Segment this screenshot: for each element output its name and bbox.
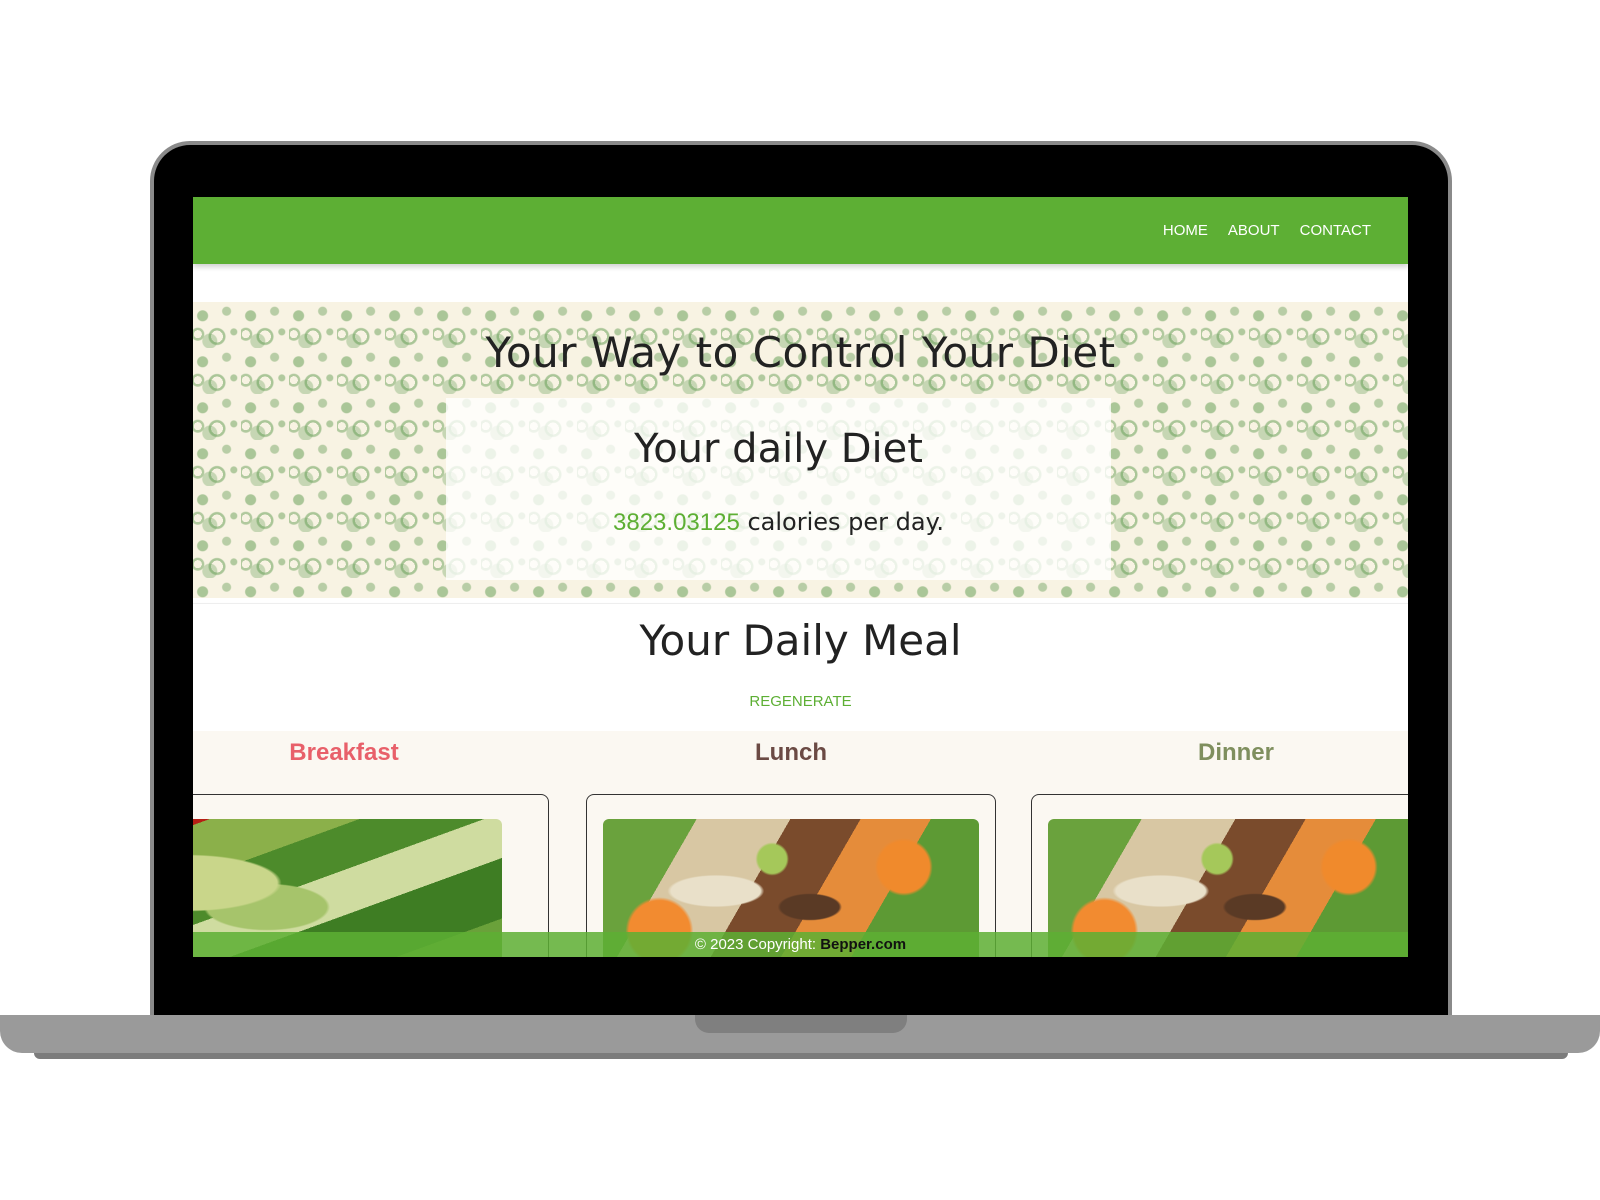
meal-label-lunch: Lunch xyxy=(755,739,827,766)
footer: © 2023 Copyright: Bepper.com xyxy=(193,932,1408,957)
footer-brand-link[interactable]: Bepper.com xyxy=(820,936,906,953)
daily-diet-title: Your daily Diet xyxy=(634,426,923,472)
meals-area: Breakfast Lunch Dinner xyxy=(193,731,1408,957)
nav-home-link[interactable]: HOME xyxy=(1163,222,1208,239)
meal-label-breakfast: Breakfast xyxy=(289,739,399,766)
laptop-base-shadow xyxy=(34,1053,1568,1059)
laptop-screen: HOME ABOUT CONTACT Your Way to Control Y… xyxy=(193,197,1408,957)
navbar: HOME ABOUT CONTACT xyxy=(193,197,1408,264)
nav-links: HOME ABOUT CONTACT xyxy=(1163,222,1371,239)
nav-contact-link[interactable]: CONTACT xyxy=(1300,222,1371,239)
nav-about-link[interactable]: ABOUT xyxy=(1228,222,1280,239)
calorie-value: 3823.03125 xyxy=(613,509,740,536)
hero-banner: Your Way to Control Your Diet Your daily… xyxy=(193,302,1408,598)
daily-diet-card: Your daily Diet 3823.03125 calories per … xyxy=(446,398,1111,580)
daily-meal-section: Your Daily Meal REGENERATE xyxy=(193,603,1408,731)
regenerate-button[interactable]: REGENERATE xyxy=(731,692,871,711)
calorie-summary: 3823.03125 calories per day. xyxy=(446,508,1111,537)
calorie-suffix: calories per day. xyxy=(739,508,944,536)
meal-label-dinner: Dinner xyxy=(1197,739,1274,766)
footer-copyright: © 2023 Copyright: xyxy=(694,936,821,953)
daily-meal-title: Your Daily Meal xyxy=(639,616,962,665)
laptop-notch xyxy=(695,1015,907,1033)
hero-title: Your Way to Control Your Diet xyxy=(485,328,1116,377)
